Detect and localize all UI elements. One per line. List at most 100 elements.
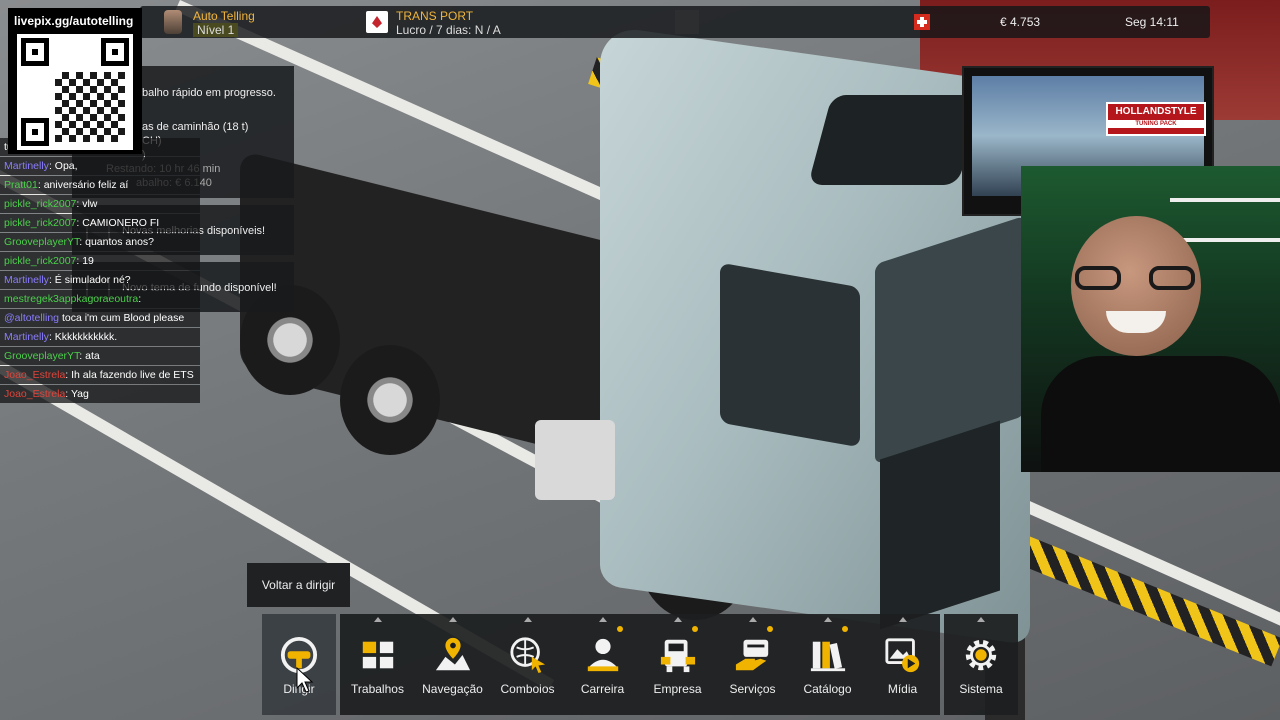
company-logo-icon[interactable] [366,11,388,33]
chat-text: toca i'm cum Blood please [59,312,185,324]
truck-wheel [340,345,440,455]
chat-text: : CAMIONERO FI [76,217,160,229]
streamer-webcam [1021,166,1280,472]
menu-sistema-button[interactable]: Sistema [944,614,1018,715]
qr-finder [101,38,129,66]
company-name[interactable]: TRANS PORT [396,9,473,23]
chat-username[interactable]: Martinelly [4,160,49,172]
driver-name[interactable]: Auto Telling [193,9,255,23]
notif-line: as de caminhão (18 t) [142,121,249,133]
qr-finder [21,118,49,146]
truck-step [535,420,615,500]
driver-avatar[interactable] [164,10,182,34]
expand-arrow-icon [373,617,382,622]
menu-label: Serviços [729,682,776,696]
donation-qr-overlay: livepix.gg/autotelling [8,8,142,154]
tooltip-voltar: Voltar a dirigir [247,563,350,607]
qr-pattern [55,72,125,142]
top-hud-bar: Auto Telling Nível 1 TRANS PORT Lucro / … [140,6,1210,38]
chat-username[interactable]: pickle_rick2007 [4,217,76,229]
chat-username[interactable]: @altotelling [4,312,59,324]
chat-text: : Ih ala fazendo live de ETS [65,369,194,381]
menu-label: Sistema [959,682,1003,696]
chat-username[interactable]: Pratt01 [4,179,38,191]
media-play-icon [884,638,919,673]
chat-message: GrooveplayerYT: ata [0,347,200,365]
chat-text: : aniversário feliz aí [37,179,129,191]
chat-username[interactable]: mestregek3appkagoraeoutra [4,293,138,305]
globe-cursor-icon [509,637,545,674]
chat-username[interactable]: GrooveplayerYT [4,236,79,248]
menu-label: Trabalhos [351,682,404,696]
chat-message: pickle_rick2007: CAMIONERO FI [0,214,200,232]
chat-username[interactable]: Joao_Estrela [4,388,65,400]
chat-username[interactable]: pickle_rick2007 [4,255,76,267]
map-pin-icon [435,637,470,671]
chat-text: : 19 [76,255,94,267]
bank-balance[interactable]: € 4.753 [1000,15,1040,29]
menu-label: Comboios [500,682,555,696]
chat-message: Joao_Estrela: Ih ala fazendo live de ETS [0,366,200,384]
chat-username[interactable]: Joao_Estrela [4,369,65,381]
notification-dot [617,626,623,632]
menu-empresa-button[interactable]: Empresa [640,614,715,715]
chat-message: GrooveplayerYT: quantos anos? [0,233,200,251]
truck-roof-hatch [807,95,983,185]
expand-arrow-icon [673,617,682,622]
chat-message: Joao_Estrela: Yag [0,385,200,403]
menu-dirigir-button[interactable]: Dirigir [262,614,336,715]
chat-message: Martinelly: Opa, [0,157,200,175]
menu-label: Carreira [580,682,625,696]
expand-arrow-icon [898,617,907,622]
streamer-shirt [1041,356,1280,472]
notification-dot [767,626,773,632]
chat-text: : Yag [65,388,89,400]
company-truck-icon [660,639,695,673]
menu-label: Catálogo [803,682,852,696]
shelf [1170,198,1280,202]
menu-label: Navegação [422,682,483,696]
driver-level: Nível 1 [193,23,239,37]
chat-username[interactable]: Martinelly [4,331,49,343]
country-flag-icon [914,14,930,30]
ad-brand-name: HOLLANDSTYLE [1115,106,1197,117]
mouse-cursor-icon [296,667,314,693]
menu-servicos-button[interactable]: Serviços [715,614,790,715]
chat-text: : vlw [76,198,98,210]
notification-dot [692,626,698,632]
donation-url: livepix.gg/autotelling [14,14,134,28]
qr-finder [21,38,49,66]
chat-text: : ata [79,350,100,362]
game-clock: Seg 14:11 [1125,15,1179,29]
cargo-boxes-icon [362,641,393,669]
truck-side-window [720,262,860,448]
menu-navegacao-button[interactable]: Navegação [415,614,490,715]
chat-message: mestregek3appkagoraeoutra: [0,290,200,308]
glasses [1073,266,1197,292]
chat-username[interactable]: Martinelly [4,274,49,286]
chat-message: pickle_rick2007: vlw [0,195,200,213]
menu-carreira-button[interactable]: Carreira [565,614,640,715]
chat-message: Martinelly: É simulador né? [0,271,200,289]
menu-label: Mídia [887,682,918,696]
menu-comboios-button[interactable]: Comboios [490,614,565,715]
expand-arrow-icon [598,617,607,622]
chat-message: Martinelly: Kkkkkkkkkkk. [0,328,200,346]
chat-username[interactable]: pickle_rick2007 [4,198,76,210]
menu-catalogo-button[interactable]: Catálogo [790,614,865,715]
chat-text: : Kkkkkkkkkkk. [48,331,118,343]
expand-arrow-icon [748,617,757,622]
chat-text: : É simulador né? [48,274,131,286]
main-menu-bar: Dirigir Trabalhos Navegação Comboios Car… [262,614,1018,715]
ad-brand-sub: TUNING PACK [1108,120,1204,128]
stream-chat: tu estás?Martinelly: Opa,Pratt01: aniver… [0,138,200,404]
expand-arrow-icon [523,617,532,622]
chat-text: : quantos anos? [79,236,155,248]
menu-trabalhos-button[interactable]: Trabalhos [340,614,415,715]
services-icon [735,639,768,671]
person-icon [587,638,618,672]
company-profit: Lucro / 7 dias: N / A [396,23,501,37]
menu-midia-button[interactable]: Mídia [865,614,940,715]
chat-username[interactable]: GrooveplayerYT [4,350,79,362]
expand-arrow-icon [977,617,985,622]
